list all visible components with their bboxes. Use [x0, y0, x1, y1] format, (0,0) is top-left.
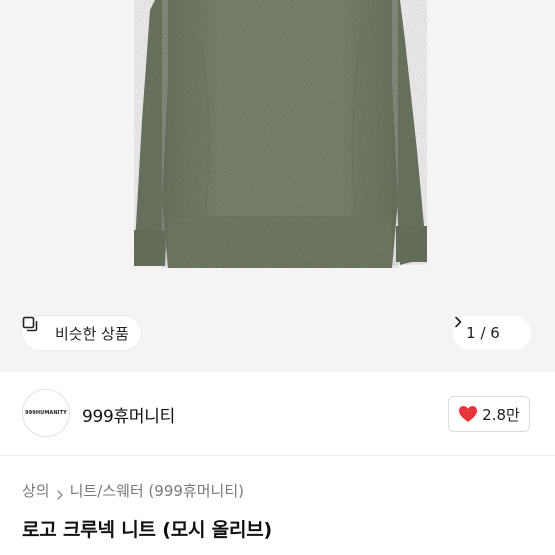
seller-avatar-logo: 999HUMANITY: [25, 410, 67, 416]
product-title: 로고 크루넥 니트 (모시 올리브): [22, 519, 272, 541]
image-counter-text: 1 / 6: [466, 324, 500, 342]
heart-icon: [458, 405, 478, 423]
like-count: 2.8만: [482, 405, 520, 424]
product-page: 비슷한 상품 1 / 6 999HUMANITY 999휴머니티 2.8만 상의…: [0, 0, 555, 555]
similar-items-icon: [22, 316, 48, 341]
seller-avatar[interactable]: 999HUMANITY: [22, 389, 70, 437]
breadcrumb: 상의 니트/스웨터 (999휴머니티): [22, 480, 244, 501]
chevron-right-icon: [455, 316, 518, 339]
seller-name[interactable]: 999휴머니티: [82, 402, 175, 427]
seller-row[interactable]: 999HUMANITY 999휴머니티 2.8만: [0, 372, 555, 454]
similar-products-button[interactable]: 비슷한 상품: [22, 316, 141, 350]
image-counter[interactable]: 1 / 6: [453, 316, 531, 350]
like-button[interactable]: 2.8만: [448, 396, 530, 432]
breadcrumb-item-subcategory[interactable]: 니트/스웨터 (999휴머니티): [70, 480, 244, 501]
similar-products-label: 비슷한 상품: [55, 324, 129, 343]
product-image[interactable]: 비슷한 상품 1 / 6: [0, 0, 555, 372]
breadcrumb-item-category[interactable]: 상의: [22, 480, 50, 501]
chevron-right-icon: [56, 486, 64, 500]
section-divider: [0, 455, 555, 456]
